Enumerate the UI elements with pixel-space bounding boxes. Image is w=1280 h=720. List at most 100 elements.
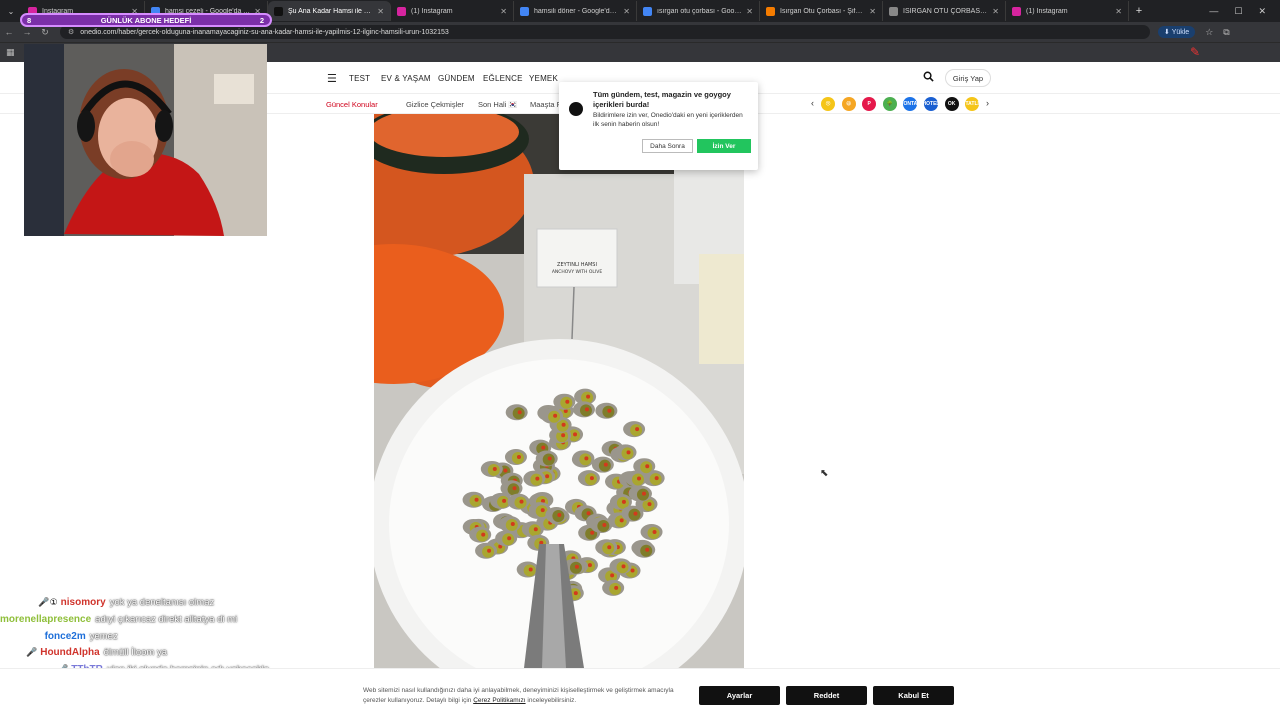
cookie-policy-link[interactable]: Çerez Politikamızı xyxy=(473,697,525,704)
pimento xyxy=(492,466,497,471)
tab-title: ISIRGAN OTU ÇORBASI | Kültü xyxy=(903,7,988,15)
bookmark-star-icon[interactable]: ☆ xyxy=(1205,27,1213,38)
pimento xyxy=(635,427,640,432)
subnav-current-topics[interactable]: Güncel Konular xyxy=(326,100,378,109)
browser-tab[interactable]: Isırgan Otu Çorbası - Şifa kayn ✕ xyxy=(760,1,883,21)
nav-ev-yasam[interactable]: EV & YAŞAM xyxy=(381,74,431,83)
topic-badge-icon[interactable]: 🌳 xyxy=(882,97,897,111)
url-field[interactable]: ⚙ onedio.com/haber/gercek-olduguna-inana… xyxy=(60,25,1150,39)
browser-tab[interactable]: (1) Instagram ✕ xyxy=(1006,1,1129,21)
tab-close-icon[interactable]: ✕ xyxy=(1115,7,1122,16)
tab-close-icon[interactable]: ✕ xyxy=(377,7,384,16)
browser-tab[interactable]: ISIRGAN OTU ÇORBASI | Kültü ✕ xyxy=(883,1,1006,21)
forward-icon[interactable]: → xyxy=(18,27,36,37)
pimento xyxy=(547,456,552,461)
pimento xyxy=(545,474,550,479)
extension-feather-icon[interactable]: ✎ xyxy=(1190,45,1200,59)
minimize-icon[interactable]: — xyxy=(1209,6,1218,17)
pimento xyxy=(474,497,479,502)
topic-badge-icon[interactable]: TATLI xyxy=(965,97,980,111)
cookie-reject-button[interactable]: Reddet xyxy=(786,686,867,705)
hamburger-menu-icon[interactable]: ☰ xyxy=(327,72,337,85)
chat-username: morenellapresence xyxy=(0,613,92,625)
browser-tab[interactable]: (1) Instagram ✕ xyxy=(391,1,514,21)
chat-text: ölmüll İloom ya xyxy=(103,647,168,659)
new-tab-icon[interactable]: + xyxy=(1129,5,1149,17)
cookie-text-end: inceleyebilirsiniz. xyxy=(527,697,577,704)
subnav-item[interactable]: Maaşta F xyxy=(530,100,561,109)
topic-badge-icon[interactable]: HOTEL xyxy=(923,97,939,111)
subnav-item[interactable]: Gizlice Çekmişler xyxy=(406,100,464,109)
pimento xyxy=(540,508,545,513)
topic-badge-icon[interactable]: P xyxy=(862,97,877,111)
extensions-icon[interactable]: ⧉ xyxy=(1223,27,1229,38)
pimento xyxy=(574,564,579,569)
tab-close-icon[interactable]: ✕ xyxy=(623,7,630,16)
pimento xyxy=(516,454,521,459)
chat-username: nisomory xyxy=(60,597,106,608)
tab-close-icon[interactable]: ✕ xyxy=(500,7,507,16)
tab-title: Isırgan Otu Çorbası - Şifa kayn xyxy=(780,7,865,15)
instagram-icon xyxy=(1012,6,1021,16)
chevron-left-icon[interactable]: ‹ xyxy=(811,98,814,108)
pimento xyxy=(603,462,608,467)
update-button[interactable]: ⬇ Yükle xyxy=(1158,26,1196,38)
pimento xyxy=(590,530,595,535)
pimento xyxy=(584,407,589,412)
reload-icon[interactable]: ↻ xyxy=(36,27,54,38)
goal-target: 2 xyxy=(259,16,264,25)
tab-title: hamsili döner - Google'da Ara xyxy=(534,7,620,15)
browser-tab[interactable]: Şu Ana Kadar Hamsi ile Yapılmı ✕ xyxy=(268,1,391,21)
pimento xyxy=(503,468,508,473)
apps-grid-icon[interactable]: ▦ xyxy=(6,47,15,58)
topic-badge-icon[interactable]: ONTA xyxy=(903,97,918,111)
subscriber-goal-bar: 8 GÜNLÜK ABONE HEDEFİ 2 xyxy=(20,13,272,27)
article-photo: ZEYTINLI HAMSI ANCHOVY WITH OLIVE xyxy=(374,114,744,668)
topic-badge-icon[interactable]: 😆 xyxy=(841,97,856,111)
tab-search-icon[interactable]: ⌄ xyxy=(0,7,22,16)
cookie-accept-button[interactable]: Kabul Et xyxy=(873,686,954,705)
close-window-icon[interactable]: ✕ xyxy=(1258,6,1266,17)
nav-eglence[interactable]: EĞLENCE xyxy=(483,74,523,83)
streamer-webcam xyxy=(24,44,267,236)
chevron-right-icon[interactable]: › xyxy=(986,98,989,108)
topic-badge-icon[interactable]: OK xyxy=(944,97,959,111)
chat-username: HoundAlpha xyxy=(40,647,100,659)
nav-test[interactable]: TEST xyxy=(349,74,370,83)
allow-button[interactable]: İzin Ver xyxy=(697,139,751,153)
maximize-icon[interactable]: ☐ xyxy=(1234,6,1242,17)
nav-yemek[interactable]: YEMEK xyxy=(529,74,558,83)
back-icon[interactable]: ← xyxy=(0,27,18,37)
orange-icon xyxy=(766,6,775,16)
pimento xyxy=(502,498,507,503)
pimento xyxy=(512,486,517,491)
nav-gundem[interactable]: GÜNDEM xyxy=(438,74,475,83)
topic-badge-icon[interactable]: 😢 xyxy=(821,97,835,111)
browser-tab[interactable]: hamsili döner - Google'da Ara ✕ xyxy=(514,1,637,21)
browser-tab[interactable]: ısırgan otu çorbası - Google'da ✕ xyxy=(637,1,760,21)
login-button[interactable]: Giriş Yap xyxy=(945,69,991,87)
pimento xyxy=(621,564,626,569)
search-icon[interactable] xyxy=(923,71,934,85)
pimento xyxy=(561,433,566,438)
pimento xyxy=(602,522,607,527)
chat-badge-icon: 🎤 xyxy=(26,647,38,658)
cookie-settings-button[interactable]: Ayarlar xyxy=(699,686,780,705)
site-info-icon[interactable]: ⚙ xyxy=(68,28,74,36)
mouse-cursor-icon: ⬉ xyxy=(820,468,829,479)
tab-close-icon[interactable]: ✕ xyxy=(746,7,753,16)
pimento xyxy=(553,413,558,418)
pimento xyxy=(528,567,533,572)
goal-title: GÜNLÜK ABONE HEDEFİ xyxy=(100,16,192,25)
pimento xyxy=(507,536,512,541)
later-button[interactable]: Daha Sonra xyxy=(642,139,693,153)
pimento xyxy=(586,511,591,516)
chat-badge-icon: 🎤① xyxy=(38,597,58,607)
pimento xyxy=(652,529,657,534)
pimento xyxy=(589,476,594,481)
tab-close-icon[interactable]: ✕ xyxy=(869,7,876,16)
subnav-item[interactable]: Son Hali 🇰🇷 xyxy=(478,100,518,109)
tab-close-icon[interactable]: ✕ xyxy=(992,7,999,16)
pimento xyxy=(614,585,619,590)
window-controls: — ☐ ✕ xyxy=(1209,6,1280,17)
